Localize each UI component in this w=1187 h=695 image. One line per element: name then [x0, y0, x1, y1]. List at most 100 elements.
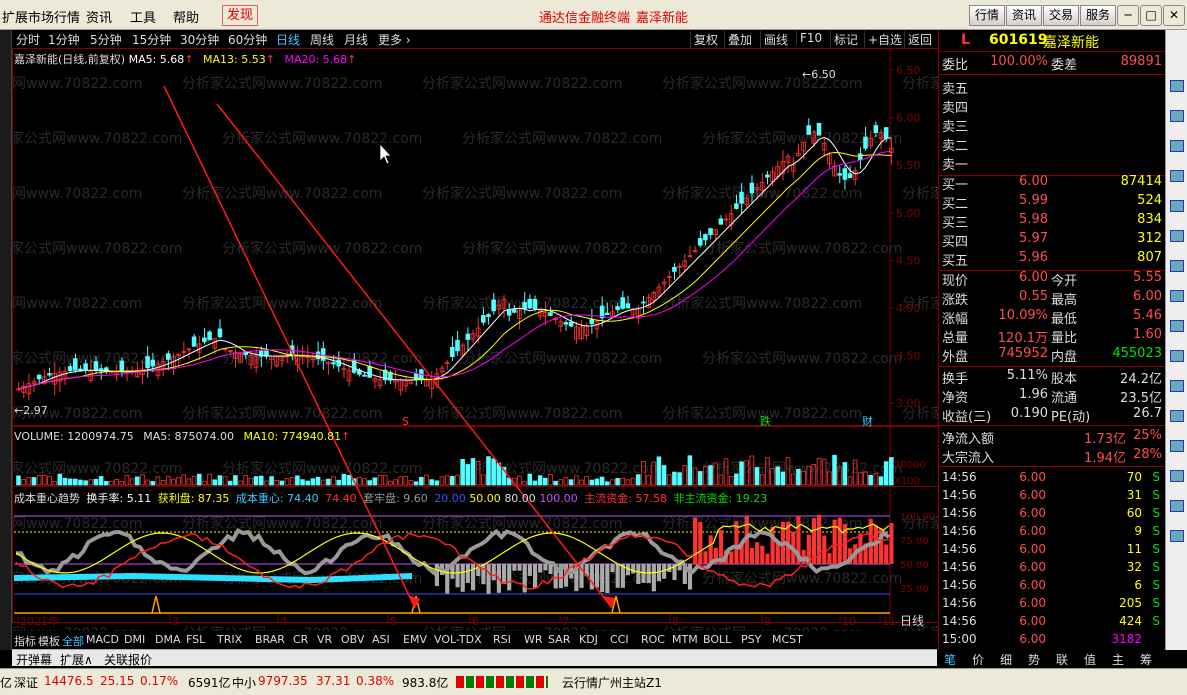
stats-label: 换手	[942, 372, 969, 387]
tool-icon[interactable]	[1170, 440, 1184, 452]
tool-icon[interactable]	[1170, 500, 1184, 512]
panel-tab[interactable]: 值	[1084, 651, 1096, 668]
indicator-tab[interactable]: CR	[293, 633, 308, 646]
panel-tab[interactable]: 笔	[944, 651, 956, 668]
indicator-tab[interactable]: 指标	[14, 633, 36, 649]
tool-icon[interactable]	[1170, 470, 1184, 482]
maximize-icon[interactable]: □	[1140, 5, 1162, 26]
close-icon[interactable]: ✕	[1163, 5, 1185, 26]
danmaku-tab[interactable]: 开弹幕	[16, 651, 52, 668]
indicator-tab[interactable]: DMI	[124, 633, 145, 646]
indicator-tab[interactable]: KDJ	[579, 633, 598, 646]
period-minute[interactable]: 分时	[16, 31, 40, 48]
tool-icon[interactable]	[1170, 170, 1184, 182]
volume-bar	[842, 462, 848, 486]
tool-icon[interactable]	[1170, 350, 1184, 362]
tick-volume: 70	[1126, 470, 1142, 484]
kline-chart-svg[interactable]: 6.506.005.505.004.504.003.503.0020000X10…	[12, 48, 940, 631]
indicator-tab[interactable]: VOL-TDX	[434, 633, 482, 646]
panel-tab[interactable]: 价	[972, 651, 984, 668]
volume-bar	[615, 478, 620, 486]
tool-icon[interactable]	[1170, 410, 1184, 422]
volume-bar	[465, 464, 471, 486]
tick-time: 14:56	[942, 470, 977, 484]
tool-icon[interactable]	[1170, 320, 1184, 332]
menu-extended-market[interactable]: 扩展市场行情	[2, 7, 80, 26]
indicator-tab[interactable]: PSY	[741, 633, 761, 646]
menu-news[interactable]: 资讯	[86, 7, 112, 26]
indicator-tab[interactable]: ROC	[641, 633, 665, 646]
menu-help[interactable]: 帮助	[173, 7, 199, 26]
period-15min[interactable]: 15分钟	[132, 31, 171, 48]
indicator-tab[interactable]: TRIX	[217, 633, 242, 646]
indicator-tab[interactable]: VR	[317, 633, 332, 646]
trade-button[interactable]: 交易	[1043, 5, 1080, 26]
tool-icon[interactable]	[1170, 200, 1184, 212]
indicator-tab[interactable]: RSI	[493, 633, 511, 646]
status-bar: 亿 深证 14476.5 25.15 0.17% 6591亿 中小 9797.3…	[0, 668, 1187, 695]
menu-tools[interactable]: 工具	[130, 7, 156, 26]
minimize-icon[interactable]: ─	[1117, 5, 1139, 26]
indicator-tab[interactable]: 全部	[62, 633, 84, 649]
period-more[interactable]: 更多 ›	[378, 31, 411, 48]
mark-button[interactable]: 标记	[830, 31, 861, 48]
indicator-tab[interactable]: SAR	[548, 633, 570, 646]
watermark-text: 分析家公式网www.70822.com	[12, 295, 142, 312]
panel-tab[interactable]: 联	[1056, 651, 1068, 668]
back-button[interactable]: 返回	[904, 31, 935, 48]
indicator-tab[interactable]: MACD	[86, 633, 119, 646]
watermark-text: 分析家公式网www.70822.com	[422, 75, 622, 92]
indicator-tab[interactable]: MTM	[672, 633, 698, 646]
news-button[interactable]: 资讯	[1006, 5, 1043, 26]
indicator-tab[interactable]: MCST	[772, 633, 803, 646]
volume-bar	[191, 475, 197, 486]
add-watchlist-button[interactable]: +自选	[864, 31, 905, 48]
watermark-text: 分析家公式网www.70822.com	[12, 75, 142, 92]
candle-body	[202, 337, 207, 343]
tool-icon[interactable]	[1170, 260, 1184, 272]
indicator-tab[interactable]: DMA	[155, 633, 181, 646]
period-60min[interactable]: 60分钟	[228, 31, 267, 48]
indicator-tab[interactable]: CCI	[610, 633, 629, 646]
related-quote-tab[interactable]: 关联报价	[104, 651, 152, 668]
indicator-tab[interactable]: WR	[524, 633, 543, 646]
tool-icon[interactable]	[1170, 530, 1184, 542]
indicator-tab[interactable]: EMV	[403, 633, 427, 646]
panel-tab[interactable]: 主	[1112, 651, 1124, 668]
period-weekly[interactable]: 周线	[310, 31, 334, 48]
tool-icon[interactable]	[1170, 80, 1184, 92]
indicator-tab[interactable]: ASI	[372, 633, 390, 646]
adjust-button[interactable]: 复权	[690, 31, 721, 48]
watermark-text: 分析家公式网www.70822.com	[422, 405, 622, 422]
expand-tab[interactable]: 扩展∧	[60, 651, 93, 668]
panel-tab[interactable]: 势	[1028, 651, 1040, 668]
left-scroll-strip[interactable]	[0, 30, 12, 650]
menu-discover[interactable]: 发现	[222, 5, 259, 26]
panel-tab[interactable]: 筹	[1140, 651, 1152, 668]
tool-icon[interactable]	[1170, 380, 1184, 392]
chart-area[interactable]: 6.50 6.00 5.50 5.00 4.50 4.00 3.50 3.00 20000 X10…	[12, 48, 940, 631]
ref-80: 80.00	[504, 492, 536, 505]
draw-button[interactable]: 画线	[760, 31, 791, 48]
quote-button[interactable]: 行情	[969, 5, 1006, 26]
candle-body	[67, 366, 73, 372]
period-30min[interactable]: 30分钟	[180, 31, 219, 48]
indicator-tab[interactable]: BRAR	[255, 633, 285, 646]
period-5min[interactable]: 5分钟	[90, 31, 122, 48]
period-daily[interactable]: 日线	[276, 31, 300, 48]
tool-icon[interactable]	[1170, 140, 1184, 152]
tool-icon[interactable]	[1170, 110, 1184, 122]
service-button[interactable]: 服务	[1080, 5, 1117, 26]
panel-tab[interactable]: 细	[1000, 651, 1012, 668]
indicator-tab[interactable]: 模板	[38, 633, 60, 649]
f10-button[interactable]: F10	[796, 31, 825, 45]
indicator-tab[interactable]: FSL	[186, 633, 205, 646]
tool-icon[interactable]	[1170, 290, 1184, 302]
indicator-tab[interactable]: BOLL	[703, 633, 731, 646]
candle-body	[367, 366, 372, 378]
tool-icon[interactable]	[1170, 230, 1184, 242]
period-1min[interactable]: 1分钟	[48, 31, 80, 48]
period-monthly[interactable]: 月线	[344, 31, 368, 48]
overlay-button[interactable]: 叠加	[724, 31, 755, 48]
indicator-tab[interactable]: OBV	[341, 633, 364, 646]
